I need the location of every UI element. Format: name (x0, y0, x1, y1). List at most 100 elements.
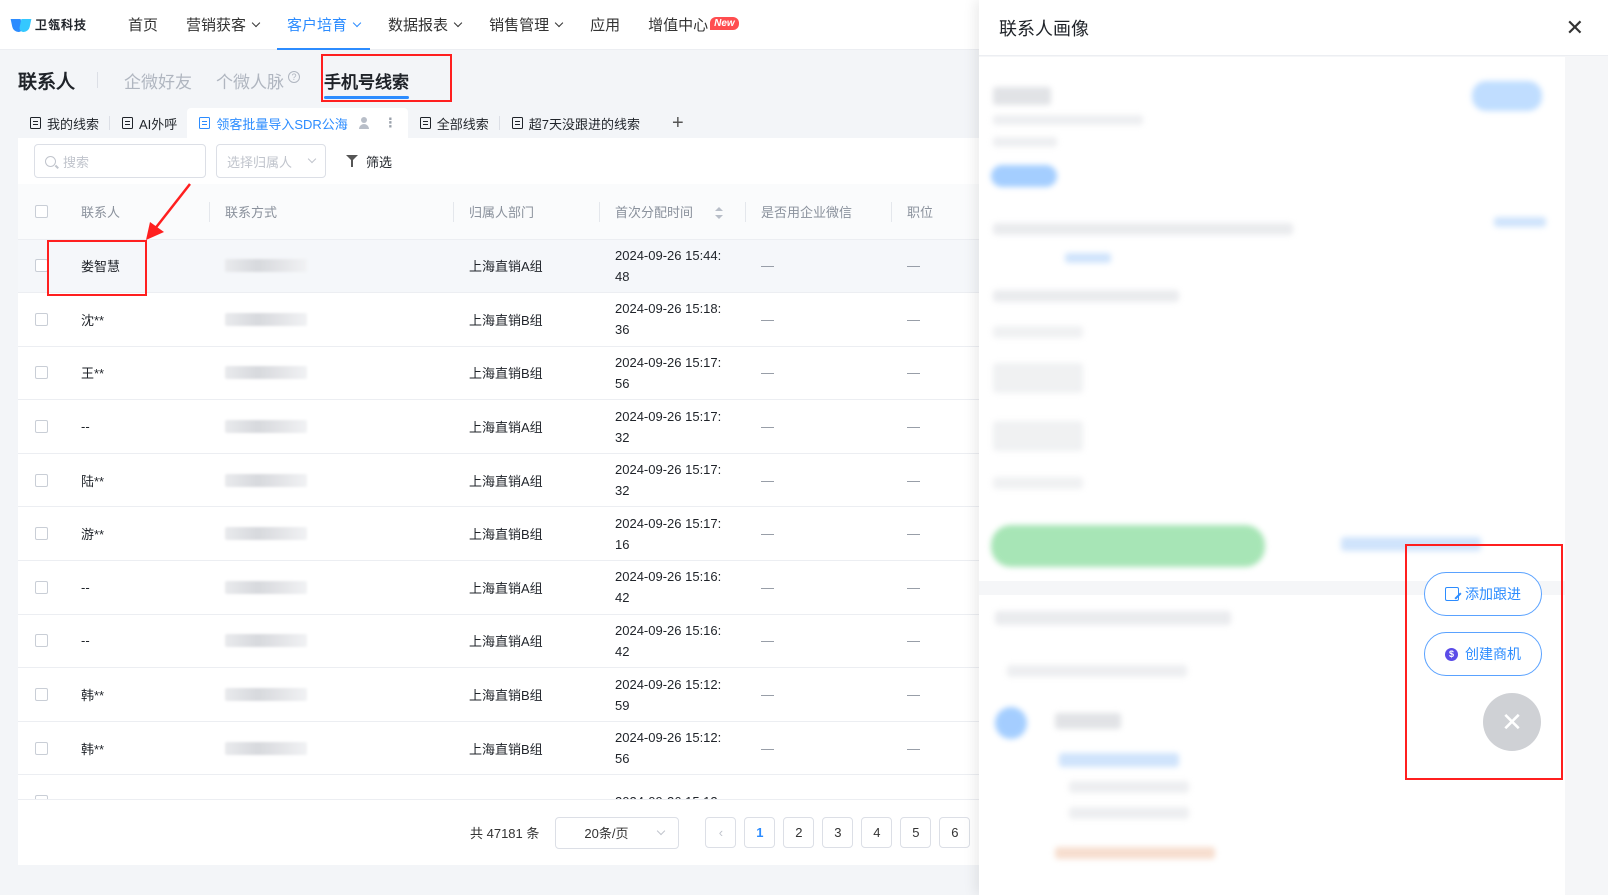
table-row[interactable]: 沈** 上海直销B组 2024-09-26 15:18: 36— — (18, 292, 1005, 347)
contact-name-cell[interactable]: 韩** (65, 721, 209, 776)
redacted-phone (225, 473, 307, 487)
contact-name[interactable]: 沈** (81, 313, 104, 328)
row-checkbox[interactable] (35, 420, 48, 434)
table-row[interactable]: 王** 上海直销B组 2024-09-26 15:17: 56— — (18, 346, 1005, 401)
filter-icon (346, 154, 360, 168)
more-icon[interactable]: ⋮ (384, 115, 397, 131)
add-view-icon[interactable]: + (672, 113, 684, 133)
redacted-phone (225, 688, 307, 702)
page-button-4[interactable]: 4 (861, 817, 893, 848)
row-checkbox[interactable] (35, 312, 48, 326)
row-checkbox[interactable] (35, 634, 48, 648)
contact-name-cell[interactable]: 王** (65, 346, 209, 401)
view-tab-my-leads[interactable]: 我的线索 (18, 108, 109, 138)
contact-name[interactable]: 王** (81, 366, 104, 381)
contact-name-cell[interactable]: 沈** (65, 292, 209, 347)
redacted-phone (225, 420, 307, 434)
row-checkbox[interactable] (35, 580, 48, 594)
contact-name-cell[interactable]: 陆** (65, 453, 209, 508)
page-size-select[interactable]: 20条/页 (555, 816, 680, 849)
contact-name[interactable]: -- (81, 419, 90, 434)
redacted-phone (225, 580, 307, 594)
prev-page-button[interactable]: ‹ (705, 817, 737, 848)
column-header: 是否用企业微信 (745, 184, 891, 240)
contact-info-cell (209, 721, 453, 776)
contact-name[interactable]: 陆** (81, 474, 104, 489)
redacted-phone (225, 259, 307, 273)
nav-item-value-center[interactable]: 增值中心 New (634, 0, 753, 50)
department-cell: 上海直销A组 (453, 239, 599, 294)
owner-select[interactable]: 选择归属人 (216, 144, 326, 178)
nav-item-marketing[interactable]: 营销获客 (172, 0, 273, 50)
page-button-3[interactable]: 3 (822, 817, 854, 848)
view-tab-all-leads[interactable]: 全部线索 (408, 108, 499, 138)
row-checkbox[interactable] (35, 473, 48, 487)
table-row[interactable]: 韩** 上海直销B组 2024-09-26 15:12: 56— — (18, 721, 1005, 776)
department-cell: 上海直销B组 (453, 721, 599, 776)
redacted-phone (225, 741, 307, 755)
assign-time-cell: 2024-09-26 15:17: 32 (599, 399, 745, 454)
contact-info-cell (209, 506, 453, 562)
highlight-box-actions (1405, 544, 1563, 780)
row-checkbox[interactable] (35, 366, 48, 380)
wecom-cell: — (745, 667, 891, 722)
contact-name[interactable]: 游** (81, 527, 104, 542)
table-row[interactable]: -- 上海直销A组 2024-09-26 15:16: 42— — (18, 614, 1005, 669)
nav-item-apps[interactable]: 应用 (576, 0, 634, 50)
filter-button[interactable]: 筛选 (346, 152, 392, 171)
page-button-2[interactable]: 2 (783, 817, 815, 848)
contact-name-cell[interactable]: 韩** (65, 667, 209, 722)
close-icon[interactable]: ✕ (1566, 16, 1584, 39)
row-checkbox[interactable] (35, 527, 48, 541)
department-cell: 上海直销B组 (453, 667, 599, 722)
view-tab-ai-call[interactable]: AI外呼 (110, 108, 187, 138)
column-header: 联系方式 (209, 184, 453, 240)
department-cell: 上海直销A组 (453, 399, 599, 454)
contact-name-cell[interactable]: -- (65, 560, 209, 615)
table-row[interactable]: -- 上海直销A组 2024-09-26 15:17: 32— — (18, 399, 1005, 454)
assign-time-cell: 2024-09-26 15:17: 56 (599, 346, 745, 401)
table-row[interactable]: -- 上海直销A组 2024-09-26 15:16: 42— — (18, 560, 1005, 615)
view-tab-no-follow-7days[interactable]: 超7天没跟进的线索 (500, 108, 650, 138)
contact-info-cell (209, 667, 453, 722)
sort-icon[interactable] (715, 207, 724, 220)
table-row[interactable]: 游** 上海直销B组 2024-09-26 15:17: 16— — (18, 506, 1005, 562)
department-cell: 上海直销A组 (453, 560, 599, 615)
contact-name[interactable]: 韩** (81, 742, 104, 757)
table-row[interactable]: 韩** 上海直销B组 2024-09-26 15:12: 59— — (18, 667, 1005, 722)
wecom-cell: — (745, 399, 891, 454)
assign-time-cell: 2024-09-26 15:12: 56 (599, 721, 745, 776)
tab-personal-contacts[interactable]: 个微人脉? (216, 68, 301, 93)
row-checkbox[interactable] (35, 741, 48, 755)
assign-time-cell: 2024-09-26 15:18: 36 (599, 292, 745, 347)
contact-name-cell[interactable]: 游** (65, 506, 209, 562)
nav-item-sales[interactable]: 销售管理 (475, 0, 576, 50)
contact-name[interactable]: 韩** (81, 688, 104, 703)
contact-name-cell[interactable]: -- (65, 614, 209, 669)
help-icon[interactable]: ? (288, 71, 301, 83)
table-row[interactable]: 陆** 上海直销A组 2024-09-26 15:17: 32— — (18, 453, 1005, 508)
contact-name[interactable]: -- (81, 633, 90, 648)
tab-wecom-friends[interactable]: 企微好友 (124, 68, 192, 93)
contact-name-cell[interactable]: -- (65, 399, 209, 454)
list-icon (419, 117, 431, 129)
chevron-down-icon (352, 18, 362, 27)
logo[interactable]: 卫瓴科技 (12, 16, 114, 33)
wecom-cell: — (745, 560, 891, 615)
column-header-sortable[interactable]: 首次分配时间 (599, 184, 745, 240)
person-icon (358, 117, 370, 129)
page-button-6[interactable]: 6 (939, 817, 971, 848)
nav-item-customer-nurture[interactable]: 客户培育 (273, 0, 374, 50)
redacted-phone (225, 634, 307, 648)
row-checkbox[interactable] (35, 688, 48, 702)
wecom-cell: — (745, 506, 891, 562)
select-all-checkbox[interactable] (35, 204, 48, 218)
page-button-1[interactable]: 1 (744, 817, 776, 848)
page-button-5[interactable]: 5 (900, 817, 932, 848)
view-tab-sdr-pool[interactable]: 领客批量导入SDR公海 ⋮ (187, 108, 408, 138)
contact-name[interactable]: -- (81, 580, 90, 595)
search-input[interactable]: 搜索 (34, 144, 206, 178)
nav-item-reports[interactable]: 数据报表 (374, 0, 475, 50)
logo-icon (12, 17, 32, 33)
nav-item-home[interactable]: 首页 (114, 0, 172, 50)
